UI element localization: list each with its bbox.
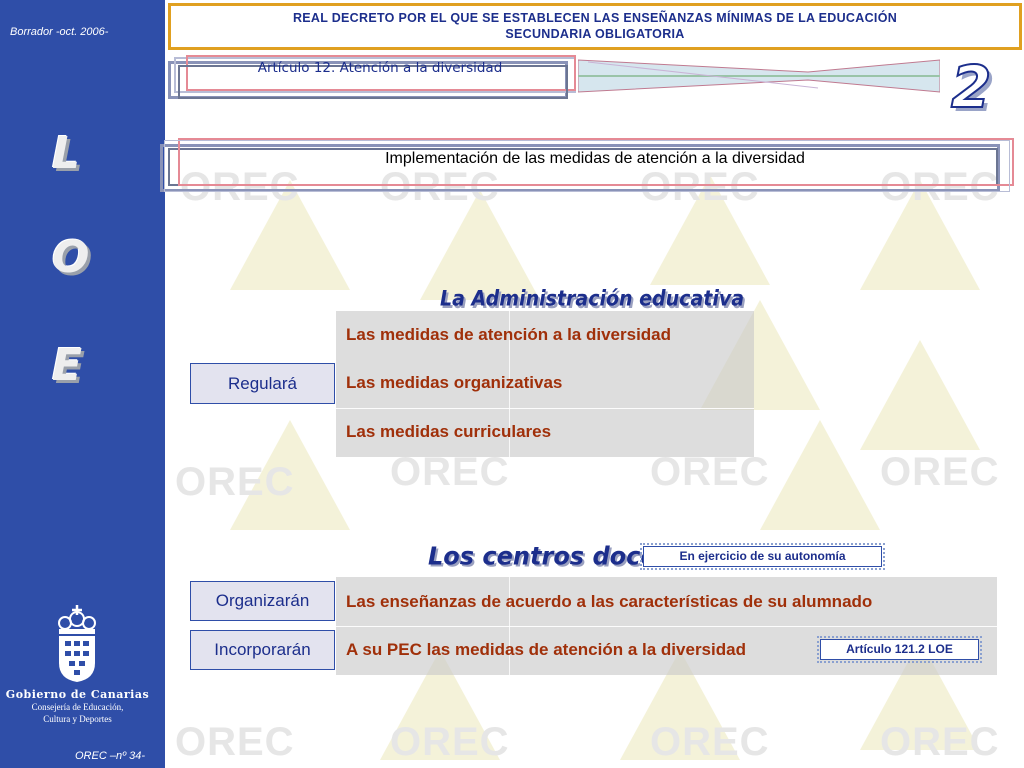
government-logo: Gobierno de Canarias Consejería de Educa… (0, 688, 155, 725)
orec-watermark: OREC (880, 720, 1000, 764)
table-row: A su PEC las medidas de atención a la di… (346, 640, 746, 659)
arrow-banner-decoration (578, 59, 940, 93)
table-row: Las medidas de atención a la diversidad (346, 325, 672, 344)
subtitle: Implementación de las medidas de atenció… (385, 150, 805, 167)
orec-watermark: OREC (650, 720, 770, 764)
number-two-icon: 2 2 (950, 55, 995, 119)
orec-watermark: OREC (175, 460, 295, 504)
administracion-title: La Administración educativa (440, 286, 745, 312)
article-heading: Artículo 12. Atención a la diversidad (257, 60, 503, 76)
table-row: Las enseñanzas de acuerdo a las caracter… (346, 592, 873, 611)
organizaran-label: Organizarán (190, 581, 335, 621)
decree-title: REAL DECRETO POR EL QUE SE ESTABLECEN LA… (171, 10, 1019, 42)
table-divider (336, 408, 754, 409)
incorporaran-label: Incorporarán (190, 630, 335, 670)
table-row: Las medidas organizativas (346, 373, 563, 392)
logo-letter-l: L (52, 128, 81, 179)
administracion-table: Las medidas de atención a la diversidad … (336, 311, 754, 457)
loe-reference-tag: Artículo 121.2 LOE (817, 636, 982, 663)
logo-letter-o: O (52, 232, 90, 283)
coat-of-arms-icon (58, 605, 96, 682)
sidebar: Borrador -oct. 2006- L O E Gobierno de C… (0, 0, 165, 768)
decree-title-box: REAL DECRETO POR EL QUE SE ESTABLECEN LA… (168, 3, 1022, 50)
orec-watermark: OREC (880, 450, 1000, 494)
government-name: Gobierno de Canarias (5, 688, 150, 701)
department-line-1: Consejería de Educación, (31, 702, 124, 712)
decree-title-line-1: REAL DECRETO POR EL QUE SE ESTABLECEN LA… (292, 11, 898, 25)
decree-title-line-2: SECUNDARIA OBLIGATORIA (505, 27, 685, 41)
regulara-label: Regulará (190, 363, 335, 404)
orec-watermark: OREC (390, 720, 510, 764)
page-number-label: OREC –nº 34- (75, 750, 146, 762)
autonomy-tag: En ejercicio de su autonomía (640, 543, 885, 570)
department-line-2: Cultura y Deportes (43, 714, 112, 724)
orec-watermark: OREC (175, 720, 295, 764)
table-divider (336, 626, 997, 627)
svg-text:2: 2 (951, 55, 991, 119)
table-row: Las medidas curriculares (346, 422, 552, 441)
star-decoration (760, 420, 880, 530)
logo-letter-e: E (52, 340, 83, 391)
centros-table: Las enseñanzas de acuerdo a las caracter… (336, 577, 997, 675)
draft-label: Borrador -oct. 2006- (10, 26, 109, 38)
